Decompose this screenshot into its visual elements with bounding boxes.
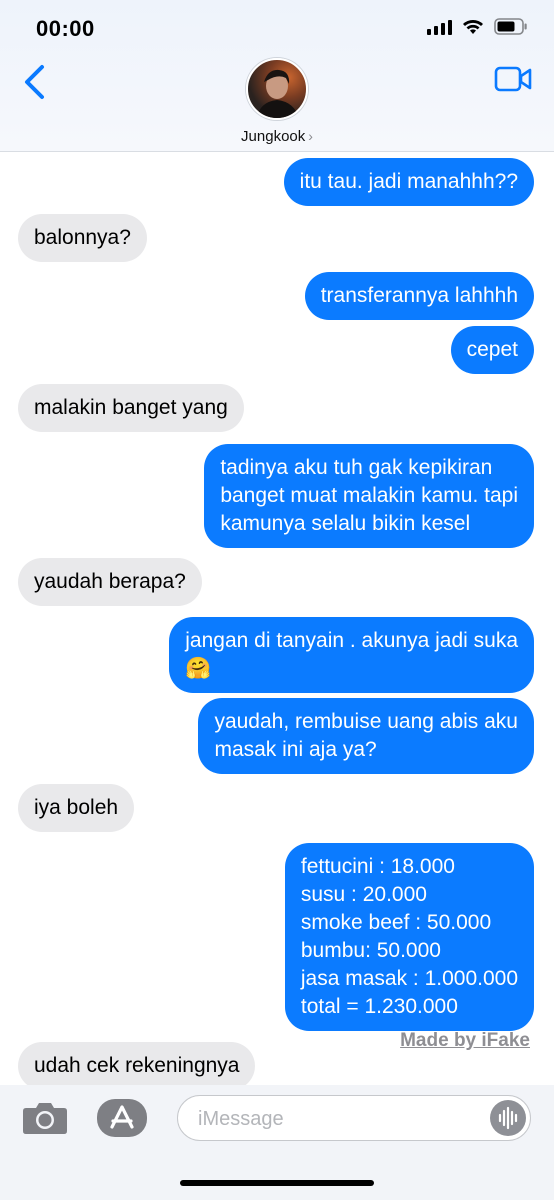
message-bubble-incoming[interactable]: balonnya? (18, 214, 147, 262)
message-input-placeholder: iMessage (198, 1108, 284, 1130)
contact-avatar[interactable] (246, 58, 308, 120)
app-store-button[interactable] (97, 1099, 147, 1137)
audio-message-button[interactable] (490, 1100, 526, 1136)
status-bar: 00:00 (0, 0, 554, 62)
app-store-icon (110, 1105, 134, 1129)
message-bubble-outgoing[interactable]: tadinya aku tuh gak kepikiran banget mua… (204, 444, 534, 548)
message-bubble-incoming[interactable]: udah cek rekeningnya (18, 1042, 256, 1090)
conversation-header: 00:00 Jungkook › (0, 0, 554, 152)
message-bubble-incoming[interactable]: yaudah berapa? (18, 558, 202, 606)
watermark: Made by iFake (400, 1030, 530, 1051)
message-bubble-outgoing[interactable]: jangan di tanyain . akunya jadi suka 🤗 (169, 617, 534, 693)
message-bubble-outgoing[interactable]: fettucini : 18.000 susu : 20.000 smoke b… (284, 843, 534, 1031)
message-bubble-incoming[interactable]: malakin banget yang (18, 384, 244, 432)
message-bubble-incoming[interactable]: iya boleh (18, 784, 135, 832)
message-bubble-outgoing[interactable]: cepet (450, 326, 534, 374)
audio-waveform-icon (498, 1106, 518, 1130)
wifi-icon (463, 20, 483, 34)
status-time: 00:00 (36, 16, 95, 41)
contact-name: Jungkook (241, 128, 306, 145)
chevron-right-icon: › (308, 128, 313, 144)
message-input[interactable]: iMessage (177, 1095, 531, 1141)
signal-icon (427, 19, 452, 35)
home-indicator[interactable] (180, 1180, 374, 1186)
person-silhouette-icon (256, 69, 299, 118)
message-bubble-outgoing[interactable]: yaudah, rembuise uang abis aku masak ini… (198, 698, 534, 774)
message-bubble-outgoing[interactable]: transferannya lahhhh (304, 272, 534, 320)
video-call-icon[interactable] (494, 66, 532, 92)
contact-name-button[interactable]: Jungkook › (0, 128, 554, 145)
battery-icon (494, 18, 527, 35)
message-bubble-outgoing[interactable]: itu tau. jadi manahhh?? (283, 158, 534, 206)
back-chevron-icon[interactable] (20, 64, 50, 100)
camera-icon[interactable] (22, 1099, 68, 1135)
